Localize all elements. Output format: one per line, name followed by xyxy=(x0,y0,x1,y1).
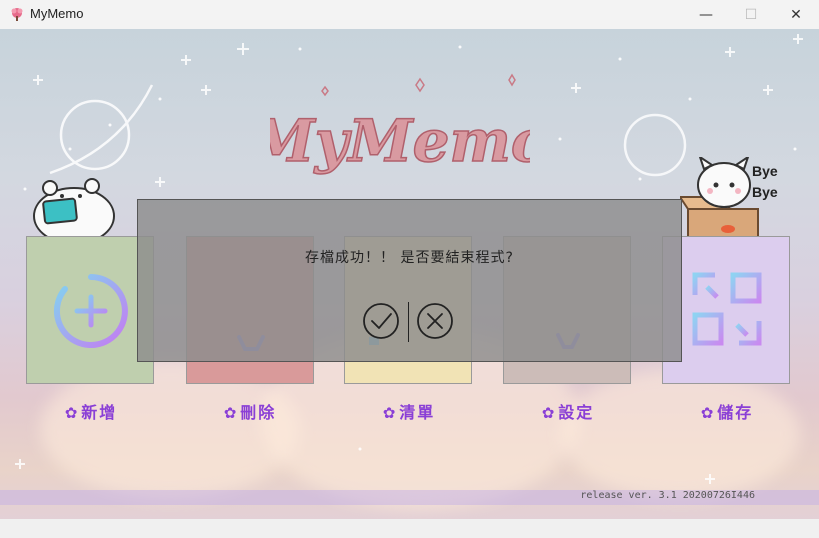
delete-label[interactable]: ✿ 刪除 xyxy=(185,399,315,423)
dialog-separator xyxy=(408,302,409,342)
save-icon xyxy=(692,272,762,346)
confirm-check-button[interactable] xyxy=(362,302,400,340)
app-logo: MyMemo xyxy=(270,106,530,176)
plus-circle-icon xyxy=(53,274,128,348)
logo-text: MyMemo xyxy=(270,107,530,175)
check-icon xyxy=(371,313,392,329)
save-success-dialog: 存檔成功！！ 是否要結束程式? xyxy=(137,199,682,362)
minimize-button[interactable]: — xyxy=(683,0,729,29)
settings-label[interactable]: ✿ 設定 xyxy=(503,399,633,423)
maximize-button: ☐ xyxy=(744,6,758,23)
x-icon xyxy=(427,313,443,329)
close-button[interactable]: ✕ xyxy=(773,0,819,29)
add-card[interactable] xyxy=(26,236,154,384)
cancel-x-button[interactable] xyxy=(416,302,454,340)
version-text: release ver. 3.1 20200726I446 xyxy=(580,490,755,501)
bear-character xyxy=(33,178,115,245)
window-title: MyMemo xyxy=(30,6,84,21)
main-canvas: MyMemo Bye Bye xyxy=(0,29,819,519)
bottom-bar xyxy=(0,519,819,538)
dialog-message: 存檔成功！！ 是否要結束程式? xyxy=(305,250,514,266)
save-label[interactable]: ✿ 儲存 xyxy=(662,399,792,423)
list-label[interactable]: ✿ 清單 xyxy=(344,399,474,423)
bye-speech-text: Bye Bye xyxy=(752,163,778,200)
add-label[interactable]: ✿ 新增 xyxy=(26,399,156,423)
app-logo-icon xyxy=(11,8,23,21)
title-bar: MyMemo — ☐ ✕ xyxy=(0,0,819,30)
